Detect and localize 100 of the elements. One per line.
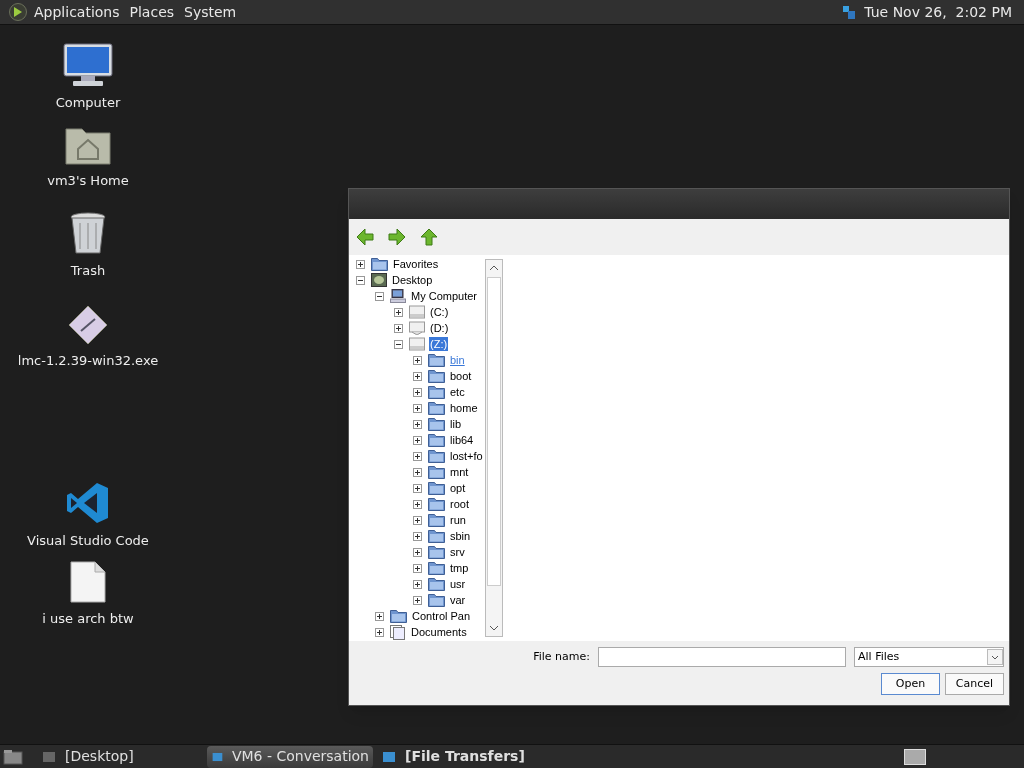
desktop-icon — [371, 273, 387, 287]
folder-icon — [371, 257, 388, 271]
folder-icon — [428, 593, 445, 607]
trash-icon — [69, 211, 107, 255]
expand-icon[interactable] — [413, 403, 422, 413]
expand-icon[interactable] — [413, 595, 422, 605]
file-type-dropdown[interactable]: All Files — [854, 647, 1004, 667]
expand-icon[interactable] — [413, 387, 422, 397]
menu-logo-icon — [8, 2, 28, 22]
folder-icon — [428, 545, 445, 559]
tree-item[interactable]: tmp — [449, 561, 470, 575]
computer-icon — [390, 289, 406, 303]
expand-icon[interactable] — [413, 467, 422, 477]
tree-item[interactable]: lib — [449, 417, 462, 431]
tree-item[interactable]: usr — [449, 577, 467, 591]
folder-icon — [390, 609, 407, 623]
disc-drive-icon — [409, 321, 425, 335]
expand-icon[interactable] — [375, 627, 384, 637]
folder-icon — [428, 369, 445, 383]
collapse-icon[interactable] — [375, 291, 384, 301]
expand-icon[interactable] — [356, 259, 365, 269]
taskbar-button[interactable]: VM6 - Conversation — [207, 745, 373, 768]
desktop-icon-label[interactable]: Visual Studio Code — [27, 533, 149, 549]
collapse-icon[interactable] — [394, 339, 403, 349]
expand-icon[interactable] — [413, 355, 422, 365]
workspace-icon[interactable] — [904, 748, 926, 765]
folder-icon — [428, 561, 445, 575]
expand-icon[interactable] — [413, 451, 422, 461]
expand-icon[interactable] — [413, 419, 422, 429]
panel-menu[interactable]: Applications — [34, 1, 120, 23]
expand-icon[interactable] — [413, 435, 422, 445]
expand-icon[interactable] — [413, 515, 422, 525]
desktop-icon-label[interactable]: vm3's Home — [47, 173, 129, 189]
tree-item[interactable]: Desktop — [391, 273, 434, 287]
tree-item[interactable]: lost+fo — [449, 449, 484, 463]
document-icon — [70, 561, 106, 603]
desktop-icon-label[interactable]: Computer — [55, 95, 121, 111]
folder-icon — [428, 577, 445, 591]
folder-icon — [428, 353, 445, 367]
tree-item[interactable]: srv — [449, 545, 466, 559]
panel-menu[interactable]: Places — [129, 1, 175, 23]
tree-item[interactable]: var — [449, 593, 467, 607]
file-name-label: File name: — [533, 648, 590, 665]
expand-icon[interactable] — [394, 323, 403, 333]
collapse-icon[interactable] — [356, 275, 365, 285]
tree-item[interactable]: Documents — [410, 625, 468, 639]
taskbar-button[interactable]: [Desktop] — [37, 745, 203, 768]
monitor-icon — [63, 43, 113, 87]
tree-item[interactable]: root — [449, 497, 470, 511]
tree-item[interactable]: home — [449, 401, 479, 415]
home-folder-icon — [65, 125, 111, 165]
tree-item[interactable]: opt — [449, 481, 467, 495]
cancel-button[interactable]: Cancel — [945, 673, 1004, 695]
folder-icon — [428, 529, 445, 543]
expand-icon[interactable] — [375, 611, 384, 621]
folder-icon — [428, 465, 445, 479]
tree-item[interactable]: (Z:) — [429, 337, 449, 351]
folder-icon — [428, 417, 445, 431]
expand-icon[interactable] — [413, 371, 422, 381]
folder-icon — [428, 401, 445, 415]
folder-icon — [428, 385, 445, 399]
tree-item[interactable]: My Computer — [410, 289, 479, 303]
tree-item[interactable]: run — [449, 513, 467, 527]
taskbar-button[interactable]: [File Transfers] — [377, 745, 543, 768]
tree-item[interactable]: (D:) — [429, 321, 450, 335]
scrollbar[interactable] — [485, 259, 503, 637]
folder-icon — [428, 449, 445, 463]
drive-icon — [409, 305, 425, 319]
expand-icon[interactable] — [413, 531, 422, 541]
tree-item[interactable]: Control Pan — [411, 609, 472, 623]
folder-icon — [428, 497, 445, 511]
tree-item[interactable]: bin — [449, 353, 466, 367]
tree-item[interactable]: etc — [449, 385, 466, 399]
expand-icon[interactable] — [413, 499, 422, 509]
expand-icon[interactable] — [413, 579, 422, 589]
file-name-field[interactable] — [598, 647, 846, 667]
desktop-icon-label[interactable]: lmc-1.2.39-win32.exe — [17, 353, 159, 369]
folder-icon — [428, 433, 445, 447]
network-icon — [842, 4, 857, 20]
expand-icon[interactable] — [394, 307, 403, 317]
panel-menu[interactable]: System — [184, 1, 237, 23]
expand-icon[interactable] — [413, 483, 422, 493]
code-editor-icon — [66, 481, 110, 525]
tree-item[interactable]: mnt — [449, 465, 470, 479]
diamond-icon — [68, 305, 108, 345]
open-button[interactable]: Open — [881, 673, 940, 695]
tree-item[interactable]: lib64 — [449, 433, 475, 447]
expand-icon[interactable] — [413, 547, 422, 557]
tree-item[interactable]: Favorites — [392, 257, 440, 271]
show-desktop-icon[interactable] — [3, 748, 23, 765]
folder-icon — [428, 513, 445, 527]
tree-item[interactable]: boot — [449, 369, 473, 383]
folder-icon — [428, 481, 445, 495]
drive-icon — [409, 337, 425, 351]
tree-item[interactable]: sbin — [449, 529, 472, 543]
clock[interactable]: Tue Nov 26, 2:02 PM — [864, 1, 1012, 23]
desktop-icon-label[interactable]: Trash — [70, 263, 106, 279]
tree-item[interactable]: (C:) — [429, 305, 450, 319]
expand-icon[interactable] — [413, 563, 422, 573]
desktop-icon-label[interactable]: i use arch btw — [42, 611, 134, 627]
